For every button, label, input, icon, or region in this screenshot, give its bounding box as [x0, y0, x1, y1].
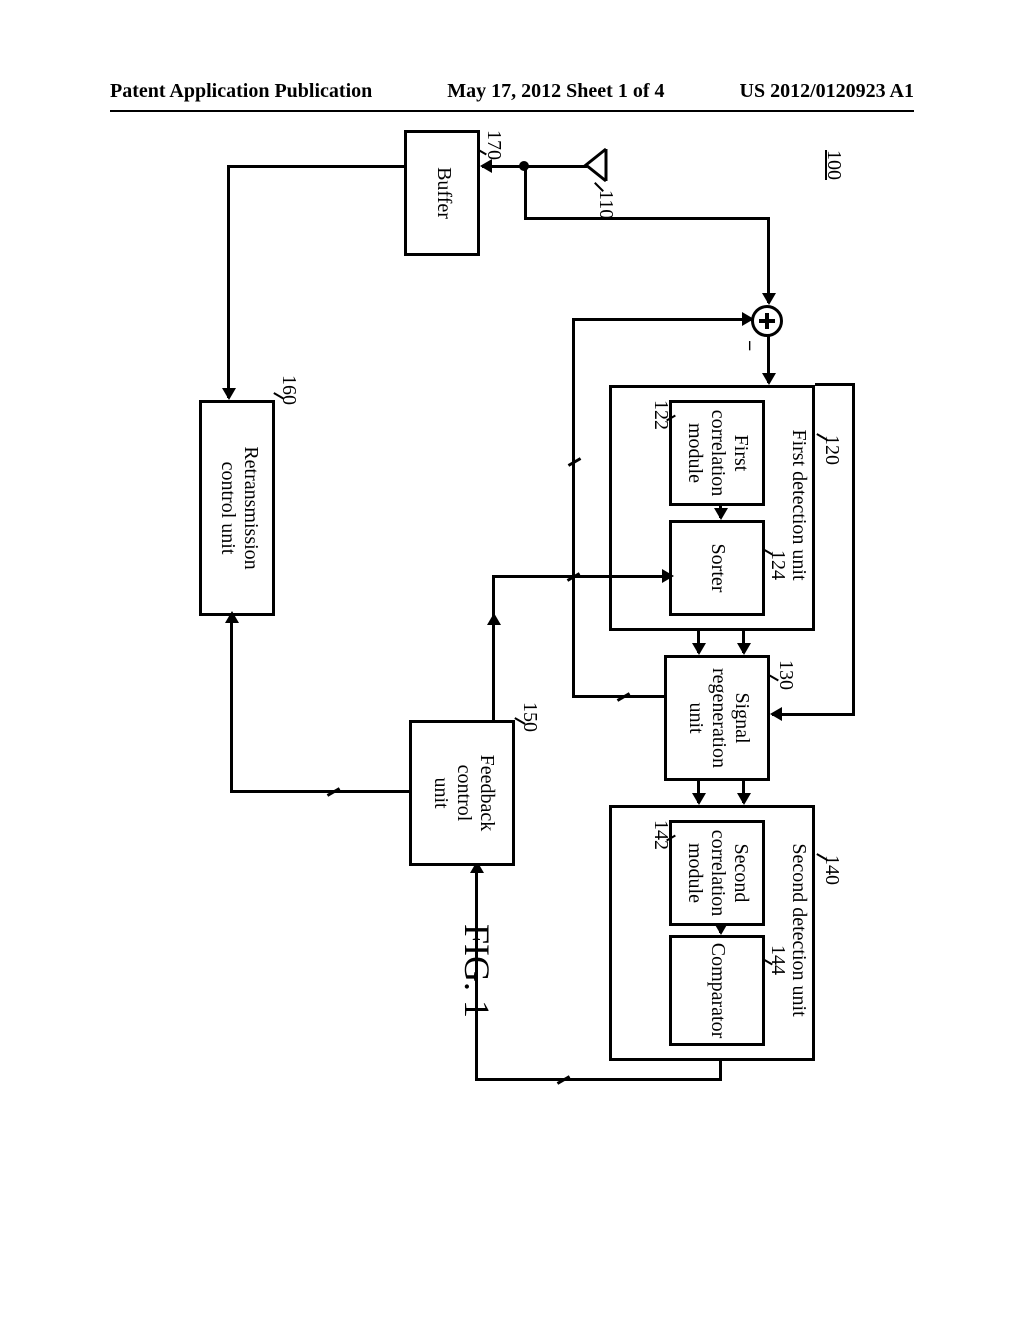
second-detection-label: Second detection unit: [787, 805, 810, 1055]
header-center: May 17, 2012 Sheet 1 of 4: [447, 80, 664, 103]
first-correlation-module: First correlation module: [669, 400, 765, 506]
wire: [572, 320, 575, 698]
ref-antenna: 110: [594, 190, 617, 219]
wire: [525, 165, 587, 168]
buffer-block: Buffer: [404, 130, 480, 256]
summer-icon: [751, 305, 783, 337]
wire: [852, 385, 855, 715]
comparator-label: Comparator: [706, 938, 729, 1043]
buffer-label: Buffer: [432, 133, 455, 253]
first-corr-label: First correlation module: [683, 403, 752, 503]
feedback-label: Feedback control unit: [429, 723, 498, 863]
second-correlation-module: Second correlation module: [669, 820, 765, 926]
ref-system: 100: [822, 150, 845, 180]
wire: [492, 575, 615, 578]
wire: [719, 503, 722, 518]
wire: [772, 713, 855, 716]
wire: [767, 217, 770, 303]
wire: [742, 628, 745, 653]
wire: [492, 615, 495, 720]
ref-retrans: 160: [277, 375, 300, 405]
second-corr-label: Second correlation module: [683, 823, 752, 923]
wire: [230, 790, 412, 793]
wire: [767, 335, 770, 383]
header-left: Patent Application Publication: [110, 80, 372, 103]
page-header: Patent Application Publication May 17, 2…: [0, 80, 1024, 103]
wire: [614, 575, 672, 578]
wire: [572, 318, 752, 321]
first-detection-label: First detection unit: [787, 385, 810, 625]
signal-regen-label: Signal regeneration unit: [684, 658, 753, 778]
wire: [815, 383, 855, 386]
wire: [697, 778, 700, 803]
ref-second-corr: 142: [649, 820, 672, 850]
ref-comparator: 144: [766, 945, 789, 975]
minus-label: −: [737, 340, 760, 351]
block-diagram: 100 110 Buffer 170 − First detection uni…: [155, 155, 875, 925]
sorter-label: Sorter: [706, 523, 729, 613]
feedback-control-unit: Feedback control unit: [409, 720, 515, 866]
wire: [524, 217, 770, 220]
wire: [524, 165, 527, 220]
figure-caption: FIG. 1: [456, 924, 498, 1018]
retrans-label: Retransmission control unit: [216, 403, 262, 613]
wire: [742, 778, 745, 803]
ref-first-corr: 122: [649, 400, 672, 430]
wire: [719, 923, 722, 933]
wire: [697, 628, 700, 653]
wire: [482, 165, 520, 168]
header-right: US 2012/0120923 A1: [740, 80, 914, 103]
retransmission-control-unit: Retransmission control unit: [199, 400, 275, 616]
ref-signal-regen: 130: [774, 660, 797, 690]
header-rule: [110, 110, 914, 112]
wire: [227, 165, 407, 168]
wire: [475, 1078, 722, 1081]
signal-regen-unit: Signal regeneration unit: [664, 655, 770, 781]
wire: [227, 165, 230, 398]
wire: [230, 613, 233, 793]
comparator-block: Comparator: [669, 935, 765, 1046]
ref-feedback: 150: [518, 702, 541, 732]
sorter-block: Sorter: [669, 520, 765, 616]
